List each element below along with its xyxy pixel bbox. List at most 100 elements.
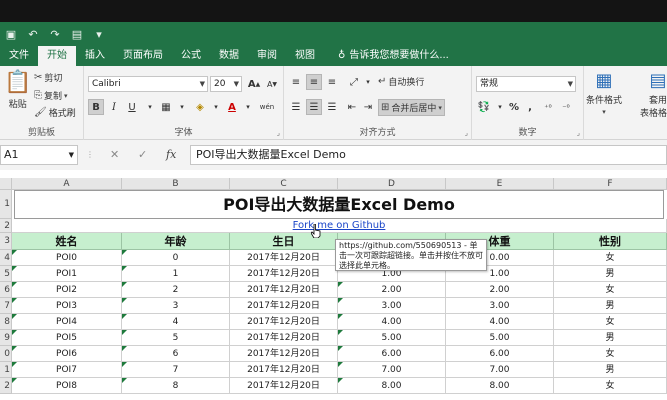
- table-cell[interactable]: 2017年12月20日: [230, 330, 338, 346]
- table-cell[interactable]: 6: [122, 346, 230, 362]
- percent-button[interactable]: %: [506, 99, 522, 115]
- customize-qat-icon[interactable]: ▾: [92, 27, 106, 41]
- wrap-text-button[interactable]: ↵ 自动换行: [378, 75, 424, 88]
- row-header[interactable]: 2: [0, 219, 12, 233]
- save-icon[interactable]: ▣: [4, 27, 18, 41]
- font-size-combo[interactable]: 20 ▼: [210, 76, 242, 92]
- insert-function-button[interactable]: fx: [166, 145, 176, 165]
- enter-button[interactable]: ✓: [138, 145, 147, 165]
- grow-font-button[interactable]: A ▲: [246, 76, 262, 92]
- tab-file[interactable]: 文件: [0, 46, 38, 66]
- table-cell[interactable]: 女: [554, 346, 667, 362]
- column-header[interactable]: E: [446, 178, 554, 190]
- row-header[interactable]: 1: [0, 190, 12, 219]
- chevron-down-icon[interactable]: ▾: [142, 99, 158, 115]
- row-header[interactable]: 8: [0, 314, 12, 330]
- italic-button[interactable]: I: [106, 99, 122, 115]
- tab-insert[interactable]: 插入: [76, 46, 114, 66]
- underline-button[interactable]: U: [124, 99, 140, 115]
- table-cell[interactable]: 7.00: [446, 362, 554, 378]
- undo-icon[interactable]: ↶: [26, 27, 40, 41]
- column-header[interactable]: C: [230, 178, 338, 190]
- table-cell[interactable]: 2.00: [446, 282, 554, 298]
- table-cell[interactable]: 3: [122, 298, 230, 314]
- table-cell[interactable]: 5: [122, 330, 230, 346]
- merge-center-button[interactable]: ⊞ 合并后居中 ▾: [378, 99, 445, 116]
- align-middle-icon[interactable]: ≡: [306, 74, 322, 90]
- table-cell[interactable]: 4.00: [338, 314, 446, 330]
- number-format-combo[interactable]: 常规 ▼: [476, 76, 576, 92]
- link-cell[interactable]: Fork me on Github: [12, 219, 667, 233]
- table-cell[interactable]: 女: [554, 250, 667, 266]
- font-color-button[interactable]: A: [224, 99, 240, 115]
- table-cell[interactable]: 5.00: [338, 330, 446, 346]
- align-left-icon[interactable]: ☰: [288, 99, 304, 115]
- table-cell[interactable]: 6.00: [446, 346, 554, 362]
- format-as-table-button[interactable]: ▤ 套用 表格格式: [640, 70, 667, 119]
- table-cell[interactable]: POI6: [12, 346, 122, 362]
- formula-input[interactable]: POI导出大数据量Excel Demo: [190, 145, 667, 165]
- decrease-decimal-icon[interactable]: ⁻⁰: [558, 99, 574, 115]
- chevron-down-icon[interactable]: ▾: [360, 74, 376, 90]
- table-cell[interactable]: 男: [554, 330, 667, 346]
- table-cell[interactable]: 2017年12月20日: [230, 266, 338, 282]
- table-cell[interactable]: POI4: [12, 314, 122, 330]
- form-icon[interactable]: ▤: [70, 27, 84, 41]
- tab-formulas[interactable]: 公式: [172, 46, 210, 66]
- conditional-formatting-button[interactable]: ▦ 条件格式 ▾: [586, 70, 622, 116]
- row-header[interactable]: 4: [0, 250, 12, 266]
- row-header[interactable]: 7: [0, 298, 12, 314]
- table-cell[interactable]: 0: [122, 250, 230, 266]
- table-cell[interactable]: 2017年12月20日: [230, 378, 338, 394]
- sheet-title-cell[interactable]: POI导出大数据量Excel Demo: [14, 190, 664, 219]
- tab-data[interactable]: 数据: [210, 46, 248, 66]
- fill-color-icon[interactable]: ◈: [192, 99, 208, 115]
- table-cell[interactable]: 8.00: [338, 378, 446, 394]
- row-header[interactable]: 3: [0, 233, 12, 250]
- table-cell[interactable]: POI3: [12, 298, 122, 314]
- table-cell[interactable]: 男: [554, 362, 667, 378]
- table-cell[interactable]: 女: [554, 314, 667, 330]
- tab-view[interactable]: 视图: [286, 46, 324, 66]
- table-cell[interactable]: POI0: [12, 250, 122, 266]
- shrink-font-button[interactable]: A ▼: [264, 76, 280, 92]
- chevron-down-icon[interactable]: ▾: [174, 99, 190, 115]
- table-cell[interactable]: 7.00: [338, 362, 446, 378]
- table-cell[interactable]: 男: [554, 266, 667, 282]
- table-cell[interactable]: POI5: [12, 330, 122, 346]
- tab-review[interactable]: 审阅: [248, 46, 286, 66]
- cancel-button[interactable]: ✕: [110, 145, 119, 165]
- column-header[interactable]: B: [122, 178, 230, 190]
- table-cell[interactable]: 8.00: [446, 378, 554, 394]
- chevron-down-icon[interactable]: ▾: [208, 99, 224, 115]
- align-center-icon[interactable]: ☰: [306, 99, 322, 115]
- table-cell[interactable]: 男: [554, 298, 667, 314]
- comma-button[interactable]: ,: [522, 99, 538, 115]
- row-header[interactable]: 6: [0, 282, 12, 298]
- column-title-cell[interactable]: 性别: [554, 233, 667, 250]
- increase-decimal-icon[interactable]: ⁺⁰: [540, 99, 556, 115]
- table-cell[interactable]: 女: [554, 282, 667, 298]
- table-cell[interactable]: 2017年12月20日: [230, 298, 338, 314]
- column-header[interactable]: D: [338, 178, 446, 190]
- column-header[interactable]: A: [12, 178, 122, 190]
- currency-icon[interactable]: 💱: [476, 99, 492, 115]
- table-cell[interactable]: 2017年12月20日: [230, 250, 338, 266]
- align-right-icon[interactable]: ☰: [324, 99, 340, 115]
- column-header[interactable]: F: [554, 178, 667, 190]
- row-header[interactable]: 1: [0, 362, 12, 378]
- redo-icon[interactable]: ↷: [48, 27, 62, 41]
- table-cell[interactable]: 2017年12月20日: [230, 346, 338, 362]
- table-cell[interactable]: 3.00: [446, 298, 554, 314]
- row-header[interactable]: 5: [0, 266, 12, 282]
- decrease-indent-icon[interactable]: ⇤: [344, 99, 360, 115]
- dialog-launcher-icon[interactable]: ⌟: [277, 129, 280, 137]
- table-cell[interactable]: POI2: [12, 282, 122, 298]
- dialog-launcher-icon[interactable]: ⌟: [465, 129, 468, 137]
- align-bottom-icon[interactable]: ≡: [324, 74, 340, 90]
- table-cell[interactable]: 2.00: [338, 282, 446, 298]
- paste-button[interactable]: 📋 粘贴: [4, 70, 31, 110]
- font-name-combo[interactable]: Calibri ▼: [88, 76, 208, 92]
- column-title-cell[interactable]: 生日: [230, 233, 338, 250]
- column-title-cell[interactable]: 年龄: [122, 233, 230, 250]
